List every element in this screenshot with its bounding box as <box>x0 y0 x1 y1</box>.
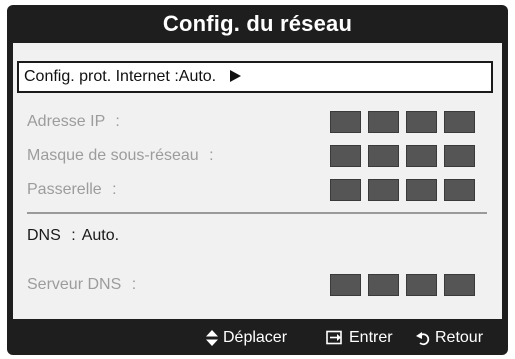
ip-octet-3 <box>406 111 437 133</box>
subnet-octet-4 <box>444 145 475 167</box>
move-label: Déplacer <box>223 329 288 346</box>
section-divider <box>27 212 487 214</box>
network-config-dialog: Config. du réseau Config. prot. Internet… <box>7 5 508 355</box>
gateway-octet-4 <box>444 179 475 201</box>
dns-server-label: Serveur DNS <box>27 276 122 293</box>
dns-server-row: Serveur DNS : <box>27 276 142 294</box>
protocol-label: Config. prot. Internet <box>24 68 170 85</box>
gateway-fields <box>330 179 475 201</box>
dns-octet-3 <box>406 274 437 296</box>
return-label: Retour <box>435 329 484 346</box>
dns-value: Auto. <box>81 227 120 244</box>
dns-setting-row[interactable]: DNS : Auto. <box>27 227 119 245</box>
enter-icon <box>326 330 342 345</box>
subnet-octet-3 <box>406 145 437 167</box>
settings-panel: Config. prot. Internet :Auto. Adresse IP… <box>13 43 502 319</box>
ip-octet-4 <box>444 111 475 133</box>
subnet-mask-fields <box>330 145 475 167</box>
enter-label: Entrer <box>349 329 393 346</box>
dns-octet-2 <box>368 274 399 296</box>
gateway-octet-1 <box>330 179 361 201</box>
subnet-mask-row: Masque de sous-réseau : <box>27 147 220 165</box>
gateway-octet-2 <box>368 179 399 201</box>
gateway-row: Passerelle : <box>27 181 123 199</box>
gateway-octet-3 <box>406 179 437 201</box>
ip-octet-1 <box>330 111 361 133</box>
return-hint[interactable]: Retour <box>416 329 483 347</box>
move-hint[interactable]: Déplacer <box>206 329 287 347</box>
gateway-label: Passerelle <box>27 181 102 198</box>
ip-address-label: Adresse IP <box>27 113 105 130</box>
dns-server-colon: : <box>131 276 137 293</box>
dns-octet-4 <box>444 274 475 296</box>
dns-octet-1 <box>330 274 361 296</box>
ip-address-colon: : <box>115 113 120 130</box>
dns-colon: : <box>71 227 76 244</box>
return-icon <box>416 332 430 346</box>
ip-address-row: Adresse IP : <box>27 113 126 131</box>
subnet-mask-colon: : <box>209 147 214 164</box>
up-down-arrows-icon <box>206 330 218 346</box>
ip-address-fields <box>330 111 475 133</box>
protocol-setting-row[interactable]: Config. prot. Internet :Auto. <box>17 61 493 93</box>
play-arrow-icon <box>230 70 242 82</box>
footer-hints: Déplacer Entrer Retour <box>7 323 508 355</box>
protocol-value: Auto. <box>178 68 217 85</box>
dialog-title: Config. du réseau <box>162 11 353 36</box>
gateway-colon: : <box>112 181 117 198</box>
dns-label: DNS <box>27 227 61 244</box>
ip-octet-2 <box>368 111 399 133</box>
dns-server-fields <box>330 274 475 296</box>
enter-hint[interactable]: Entrer <box>326 329 393 347</box>
protocol-setting: Config. prot. Internet :Auto. <box>24 68 242 86</box>
subnet-mask-label: Masque de sous-réseau <box>27 147 199 164</box>
subnet-octet-1 <box>330 145 361 167</box>
subnet-octet-2 <box>368 145 399 167</box>
